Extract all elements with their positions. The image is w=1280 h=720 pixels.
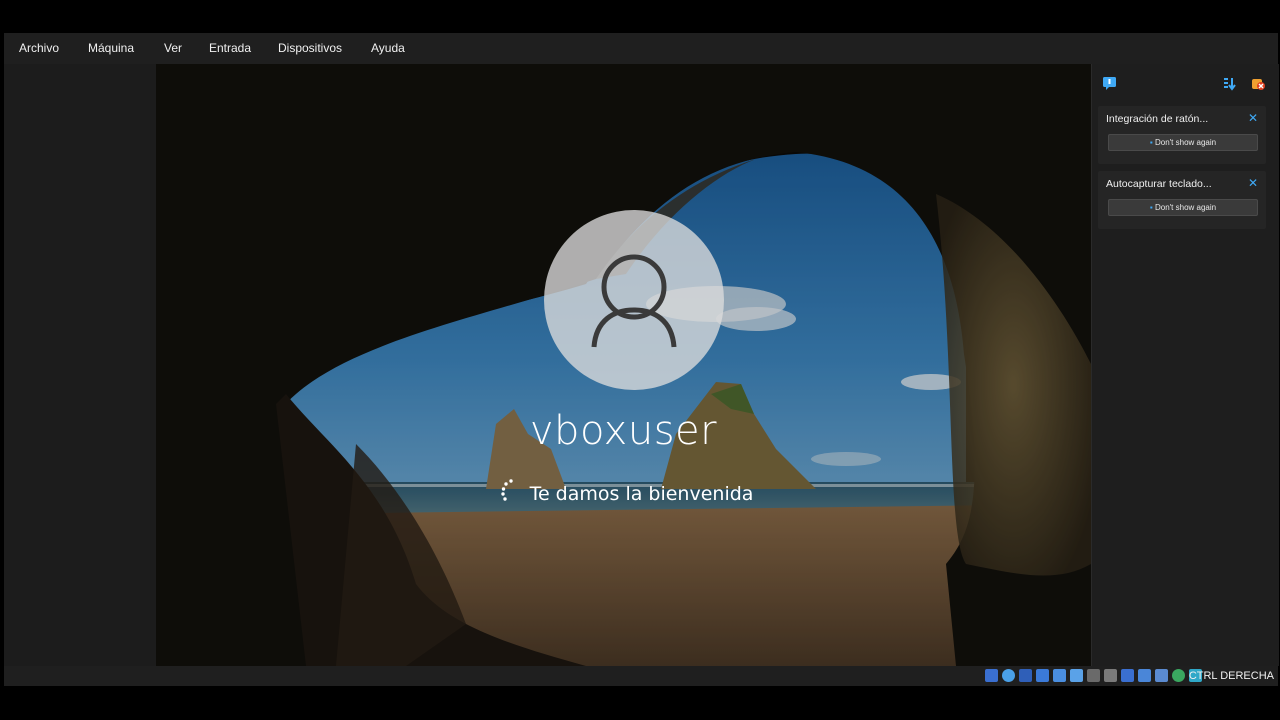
button-label: Don't show again [1154, 203, 1217, 212]
notification-mouse-integration: Integración de ratón... ✕ ▪ Don't show a… [1098, 106, 1266, 164]
menu-entrada[interactable]: Entrada [209, 41, 251, 55]
message-icon: ▪ [1149, 138, 1153, 147]
clear-all-icon[interactable] [1250, 76, 1266, 91]
vm-display[interactable]: vboxuser Te damos la bienvenida [156, 64, 1091, 666]
menu-bar: Archivo Máquina Ver Entrada Dispositivos… [4, 33, 1278, 64]
shared-folders-icon[interactable] [1087, 669, 1100, 682]
close-icon[interactable]: ✕ [1248, 176, 1258, 190]
menu-dispositivos[interactable]: Dispositivos [278, 41, 342, 55]
notification-title: Autocapturar teclado... [1106, 178, 1212, 190]
notification-title: Integración de ratón... [1106, 113, 1209, 125]
message-icon: ▪ [1149, 203, 1153, 212]
username-label: vboxuser [529, 408, 718, 454]
welcome-text: Te damos la bienvenida [529, 483, 754, 505]
notification-center-icon[interactable] [1102, 76, 1117, 91]
user-avatar [544, 210, 724, 390]
notification-center: Integración de ratón... ✕ ▪ Don't show a… [1091, 64, 1279, 666]
welcome-message: Te damos la bienvenida [156, 483, 1091, 505]
virtualbox-window: Archivo Máquina Ver Entrada Dispositivos… [4, 33, 1279, 686]
usb-icon[interactable] [1070, 669, 1083, 682]
user-icon [591, 254, 677, 348]
notification-keyboard-capture: Autocapturar teclado... ✕ ▪ Don't show a… [1098, 171, 1266, 229]
host-key-label: CTRL DERECHA [1188, 670, 1274, 682]
optical-drive-icon[interactable] [1002, 669, 1015, 682]
button-label: Don't show again [1154, 138, 1217, 147]
menu-archivo[interactable]: Archivo [19, 41, 59, 55]
mouse-integration-icon[interactable] [1172, 669, 1185, 682]
recording-icon[interactable] [1138, 669, 1151, 682]
menu-ayuda[interactable]: Ayuda [371, 41, 405, 55]
menu-maquina[interactable]: Máquina [88, 41, 134, 55]
close-icon[interactable]: ✕ [1248, 111, 1258, 125]
menu-ver[interactable]: Ver [164, 41, 182, 55]
dont-show-again-button[interactable]: ▪ Don't show again [1108, 134, 1258, 151]
network-icon[interactable] [1053, 669, 1066, 682]
screen-capture-icon[interactable] [1121, 669, 1134, 682]
hard-disk-icon[interactable] [985, 669, 998, 682]
dont-show-again-button[interactable]: ▪ Don't show again [1108, 199, 1258, 216]
sort-icon[interactable] [1222, 76, 1237, 91]
display-icon[interactable] [1104, 669, 1117, 682]
audio-icon[interactable] [1036, 669, 1049, 682]
status-bar: CTRL DERECHA [4, 666, 1278, 686]
left-margin [4, 64, 156, 666]
floppy-icon[interactable] [1019, 669, 1032, 682]
cpu-icon[interactable] [1155, 669, 1168, 682]
